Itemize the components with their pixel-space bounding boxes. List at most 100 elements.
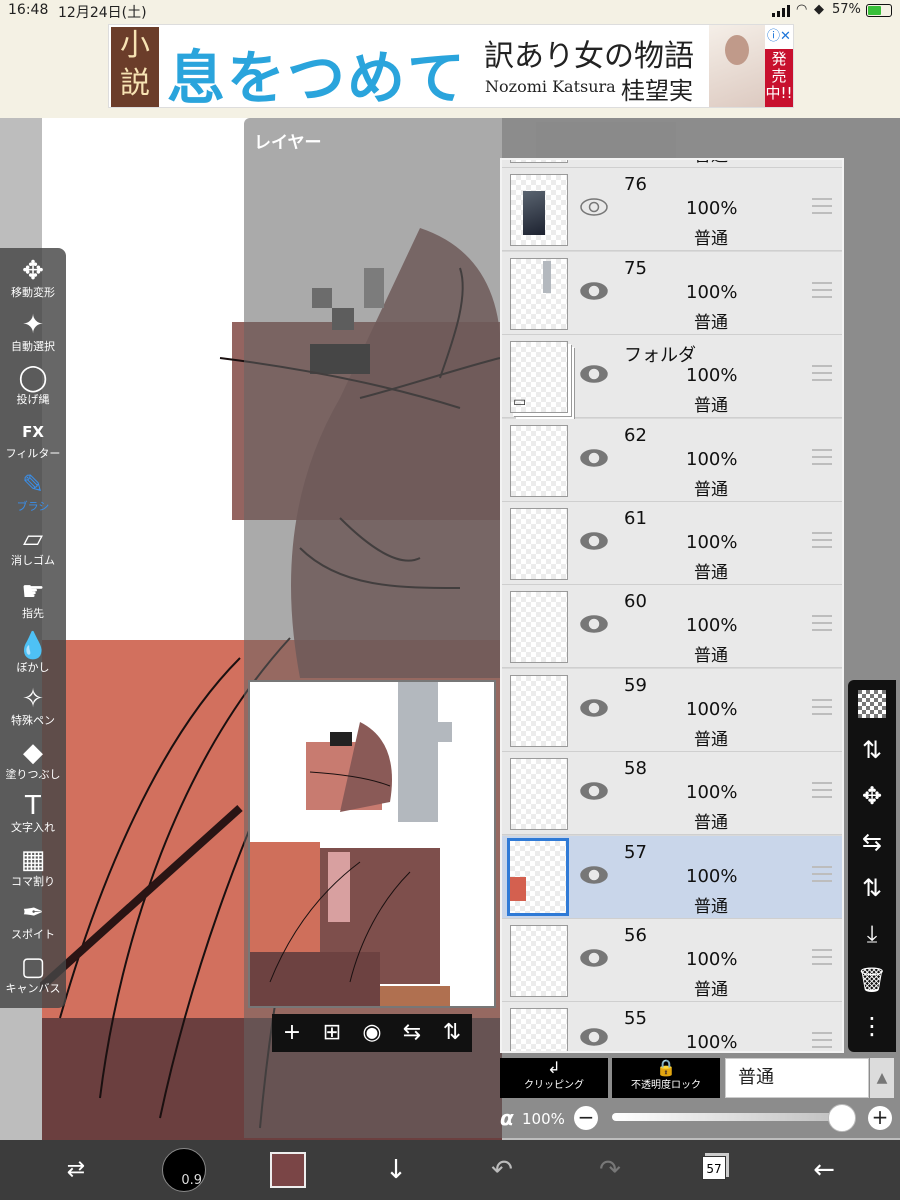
drag-handle-icon[interactable] <box>812 782 832 800</box>
tool-blur[interactable]: 💧 ぼかし <box>0 631 66 684</box>
tool-label: コマ割り <box>11 874 55 888</box>
trash-icon[interactable]: 🗑 <box>848 958 896 1002</box>
layer-swap-icon[interactable]: ⇅ <box>848 728 896 772</box>
eye-icon[interactable] <box>580 615 608 634</box>
chevron-up-icon[interactable]: ▲ <box>870 1058 894 1098</box>
opacity-slider-knob[interactable] <box>828 1104 856 1132</box>
tool-move[interactable]: ✥ 移動変形 <box>0 256 66 309</box>
opacity-plus-button[interactable]: + <box>868 1106 892 1130</box>
eye-icon[interactable] <box>580 1028 608 1047</box>
tool-fx[interactable]: FX フィルター <box>0 417 66 470</box>
clipping-button[interactable]: ↲ クリッピング <box>500 1058 608 1098</box>
layer-tool-strip: ⇅ ✥ ⇆ ⇅ ⤓ 🗑 ⋮ <box>848 680 896 1052</box>
brush-size-button[interactable]: 0.9 <box>162 1148 206 1192</box>
tool-eraser[interactable]: ▱ 消しゴム <box>0 524 66 577</box>
layer-row[interactable]: 62 100% 普通 <box>502 418 842 502</box>
color-swatch-button[interactable] <box>270 1152 306 1188</box>
finger-icon: ☛ <box>21 577 45 607</box>
layer-list[interactable]: 普通76100%普通75100%普通▭フォルダ100%普通62100%普通611… <box>500 158 844 1053</box>
tool-label: 指先 <box>22 607 44 620</box>
eye-icon[interactable] <box>580 865 608 884</box>
layer-row[interactable]: 56 100% 普通 <box>502 919 842 1002</box>
flip-horizontal-icon[interactable]: ⇆ <box>848 820 896 864</box>
add-layer-box-icon[interactable]: ⊞ <box>316 1018 348 1048</box>
layer-name: 61 <box>624 508 647 529</box>
brush-swap-icon[interactable]: ⇄ <box>56 1140 96 1200</box>
layer-count-button[interactable]: 57 <box>702 1156 726 1180</box>
drag-handle-icon[interactable] <box>812 365 832 383</box>
add-layer-icon[interactable]: + <box>276 1018 308 1048</box>
drag-handle-icon[interactable] <box>812 865 832 884</box>
redo-icon[interactable]: ↷ <box>590 1140 630 1200</box>
battery-icon <box>866 4 892 17</box>
more-icon[interactable]: ⋮ <box>848 1004 896 1048</box>
tool-frame[interactable]: ▦ コマ割り <box>0 845 66 898</box>
transparency-icon[interactable] <box>858 690 886 718</box>
drag-handle-icon[interactable] <box>812 198 832 216</box>
tool-text[interactable]: T 文字入れ <box>0 791 66 844</box>
layer-row[interactable]: 58 100% 普通 <box>502 752 842 836</box>
layer-row[interactable]: 57 100% 普通 <box>502 835 842 919</box>
move-layer-icon[interactable]: ✥ <box>848 774 896 818</box>
back-arrow-icon[interactable]: ← <box>804 1140 844 1200</box>
alpha-lock-label: 不透明度ロック <box>631 1080 701 1091</box>
tool-label: ブラシ <box>16 500 50 513</box>
tool-special[interactable]: ✧ 特殊ペン <box>0 684 66 737</box>
layer-row[interactable]: 76 100% 普通 <box>502 168 842 252</box>
canvas-preview[interactable] <box>248 680 496 1008</box>
layer-opacity: 100% <box>686 1032 738 1053</box>
layer-row[interactable]: 普通 <box>502 160 842 168</box>
ad-tag: 発売中!! <box>765 49 793 107</box>
drop-icon: 💧 <box>16 630 50 661</box>
drag-handle-icon[interactable] <box>812 1032 832 1050</box>
layer-thumbnail <box>510 1008 568 1051</box>
tool-canvas[interactable]: ▢ キャンバス <box>0 952 66 1005</box>
flip-horizontal-icon[interactable]: ⇆ <box>396 1018 428 1048</box>
flip-vertical-icon[interactable]: ⇅ <box>436 1018 468 1048</box>
eye-icon[interactable] <box>580 198 608 217</box>
tool-lasso[interactable]: ◯ 投げ縄 <box>0 363 66 416</box>
layer-row[interactable]: 75 100% 普通 <box>502 251 842 335</box>
opacity-minus-button[interactable]: − <box>574 1106 598 1130</box>
ad-badge: 小説 <box>111 27 159 107</box>
eye-icon[interactable] <box>580 699 608 717</box>
layer-row[interactable]: 61 100% 普通 <box>502 502 842 585</box>
panel-gray-block <box>536 122 676 160</box>
flip-vertical-icon[interactable]: ⇅ <box>848 866 896 910</box>
text-icon: T <box>25 791 41 821</box>
layer-row[interactable]: 55 100% <box>502 1002 842 1053</box>
tool-dropper[interactable]: ✒ スポイト <box>0 898 66 951</box>
ad-close-icon[interactable]: ⓘ✕ <box>765 25 793 45</box>
layer-row[interactable]: ▭ フォルダ 100% 普通 <box>502 335 842 419</box>
eye-icon[interactable] <box>580 365 608 383</box>
drag-handle-icon[interactable] <box>812 698 832 717</box>
eye-icon[interactable] <box>580 532 608 550</box>
tool-fill[interactable]: ◆ 塗りつぶし <box>0 738 66 791</box>
tool-magic[interactable]: ✦ 自動選択 <box>0 310 66 363</box>
drag-handle-icon[interactable] <box>812 949 832 967</box>
layer-thumbnail <box>510 925 568 997</box>
layer-row[interactable]: 60 100% 普通 <box>502 585 842 669</box>
drag-handle-icon[interactable] <box>812 532 832 550</box>
arrow-down-icon[interactable]: ↓ <box>376 1140 416 1200</box>
blend-mode-select[interactable]: 普通 <box>725 1058 869 1098</box>
tool-brush[interactable]: ✎ ブラシ <box>0 470 66 523</box>
layer-name: 75 <box>624 257 647 279</box>
drag-handle-icon[interactable] <box>812 281 832 300</box>
tool-smudge[interactable]: ☛ 指先 <box>0 577 66 630</box>
layer-row[interactable]: 59 100% 普通 <box>502 668 842 752</box>
ad-book-cover <box>709 25 765 107</box>
layer-name: 58 <box>624 758 647 780</box>
camera-icon[interactable]: ◉ <box>356 1018 388 1048</box>
eye-icon[interactable] <box>580 282 608 300</box>
ad-banner[interactable]: 小説 息をつめて 訳あり女の物語 Nozomi Katsura 桂望実 発売中!… <box>108 24 794 108</box>
eye-icon[interactable] <box>580 782 608 800</box>
drag-handle-icon[interactable] <box>812 615 832 633</box>
opacity-slider[interactable] <box>612 1113 844 1121</box>
eye-icon[interactable] <box>580 949 608 967</box>
drag-handle-icon[interactable] <box>812 448 832 467</box>
eye-icon[interactable] <box>580 448 608 467</box>
merge-down-icon[interactable]: ⤓ <box>848 912 896 956</box>
alpha-lock-button[interactable]: 🔒 不透明度ロック <box>612 1058 720 1098</box>
undo-icon[interactable]: ↶ <box>482 1140 522 1200</box>
